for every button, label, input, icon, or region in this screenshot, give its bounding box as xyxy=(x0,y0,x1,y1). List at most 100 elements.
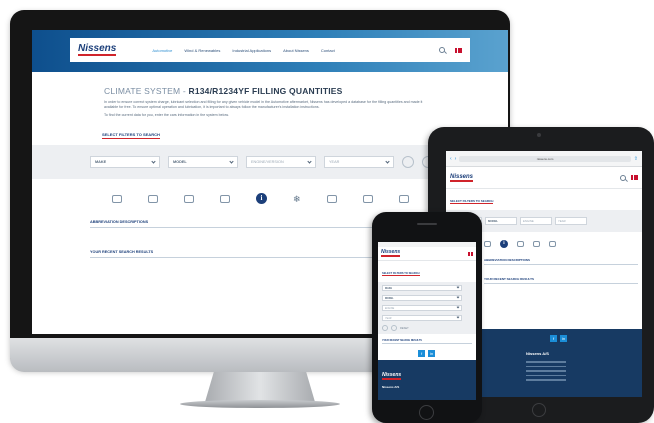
recent-results-heading[interactable]: YOUR RECENT SEARCH RESULTS xyxy=(382,339,472,344)
van-icon[interactable] xyxy=(148,194,158,203)
arrows-icon[interactable] xyxy=(362,194,373,203)
forward-arrow-icon[interactable]: › xyxy=(455,156,457,162)
filter-heading: SELECT FILTERS TO SEARCH xyxy=(450,199,494,204)
compressor-icon[interactable] xyxy=(184,194,194,203)
chevron-down-icon xyxy=(456,305,460,309)
phone-screen: Nissens SELECT FILTERS TO SEARCH MAKE MO… xyxy=(378,242,476,400)
footer-address-lines xyxy=(526,361,566,384)
reset-button[interactable]: RESET xyxy=(400,327,409,330)
chevron-down-icon xyxy=(151,158,156,164)
recent-results-heading[interactable]: YOUR RECENT SEARCH RESULTS xyxy=(484,277,638,284)
make-select-label: MAKE xyxy=(385,286,393,290)
abbreviation-descriptions-heading[interactable]: ABBREVIATION DESCRIPTIONS xyxy=(484,258,638,265)
facebook-icon[interactable]: f xyxy=(418,350,425,357)
refrigerant-icon[interactable] xyxy=(398,194,409,203)
reset-icon[interactable] xyxy=(391,325,397,331)
year-select[interactable]: YEAR xyxy=(382,315,462,321)
filter-stack: MAKE MODEL ENGINE YEAR RESET xyxy=(378,282,476,334)
engine-select[interactable]: ENGINE xyxy=(382,305,462,311)
monitor-stand xyxy=(205,372,315,402)
linkedin-icon[interactable]: in xyxy=(560,335,567,342)
snowflake-icon[interactable]: ❄ xyxy=(293,194,301,203)
browser-toolbar: ‹ › nissens.com ⇧ xyxy=(446,151,642,167)
engine-select[interactable]: ENGINE xyxy=(520,217,552,225)
main-nav: Automotive Wind & Renewables Industrial … xyxy=(152,48,334,53)
footer-company-name: Nissens A/S xyxy=(526,351,549,356)
page-title-prefix: CLIMATE SYSTEM - xyxy=(104,86,189,96)
cabin-filter-icon[interactable] xyxy=(220,194,230,203)
chevron-down-icon xyxy=(456,285,460,289)
facebook-icon[interactable]: f xyxy=(550,335,557,342)
site-header-band: Nissens Automotive Wind & Renewables Ind… xyxy=(32,30,508,72)
snowflake-icon[interactable] xyxy=(517,241,524,247)
search-button[interactable] xyxy=(402,156,414,168)
compressor-icon[interactable] xyxy=(484,241,491,247)
engine-select-label: ENGINE/VERSION xyxy=(251,160,284,164)
oil-can-icon[interactable] xyxy=(533,241,540,247)
linkedin-icon[interactable]: in xyxy=(428,350,435,357)
nav-tools xyxy=(439,47,462,53)
year-select-label: YEAR xyxy=(385,316,392,320)
year-select[interactable]: YEAR xyxy=(555,217,587,225)
chevron-down-icon xyxy=(456,295,460,299)
nissens-logo[interactable]: Nissens xyxy=(78,44,117,56)
search-button[interactable] xyxy=(382,325,388,331)
phone-site-navbar: Nissens xyxy=(378,247,476,261)
nav-item-automotive[interactable]: Automotive xyxy=(152,48,172,53)
model-select-label: MODEL xyxy=(385,296,394,300)
car-icon[interactable] xyxy=(112,194,122,203)
search-icon[interactable] xyxy=(620,174,626,181)
make-select[interactable]: MAKE xyxy=(382,285,462,291)
language-flag-icon[interactable] xyxy=(455,47,462,53)
camera-icon xyxy=(537,133,541,137)
year-select-label: YEAR xyxy=(558,219,566,223)
make-select-label: MAKE xyxy=(95,160,107,164)
nav-item-wind-renewables[interactable]: Wind & Renewables xyxy=(184,48,220,53)
monitor-foot xyxy=(180,400,340,408)
intro-paragraph: In order to ensure correct system charge… xyxy=(104,100,423,109)
url-bar[interactable]: nissens.com xyxy=(459,155,631,162)
info-icon[interactable]: i xyxy=(256,193,267,204)
home-button-icon xyxy=(419,405,434,420)
chevron-down-icon xyxy=(456,315,460,319)
language-flag-icon[interactable] xyxy=(468,251,473,257)
page-title-bold: R134/R1234YF FILLING QUANTITIES xyxy=(188,86,343,96)
nissens-logo[interactable]: Nissens xyxy=(381,250,401,257)
back-arrow-icon[interactable]: ‹ xyxy=(450,156,452,162)
reset-row: RESET xyxy=(382,325,472,331)
search-icon[interactable] xyxy=(439,47,445,53)
nav-item-about[interactable]: About Nissens xyxy=(283,48,309,53)
speaker-icon xyxy=(417,223,437,225)
model-select[interactable]: MODEL xyxy=(382,295,462,301)
info-icon[interactable]: i xyxy=(500,240,508,248)
nissens-logo[interactable]: Nissens xyxy=(450,174,474,182)
oil-can-icon[interactable] xyxy=(326,194,337,203)
model-select-label: MODEL xyxy=(488,219,499,223)
engine-select[interactable]: ENGINE/VERSION xyxy=(246,156,316,168)
model-select[interactable]: MODEL xyxy=(168,156,238,168)
footer-company-name: Nissens A/S xyxy=(382,385,400,389)
chevron-down-icon xyxy=(229,158,234,164)
devices-mockup: Nissens Automotive Wind & Renewables Ind… xyxy=(0,0,654,423)
nav-item-industrial-applications[interactable]: Industrial Applications xyxy=(232,48,271,53)
chevron-down-icon xyxy=(307,158,312,164)
engine-select-label: ENGINE xyxy=(523,219,534,223)
filter-heading: SELECT FILTERS TO SEARCH xyxy=(382,272,420,276)
year-select[interactable]: YEAR xyxy=(324,156,394,168)
gauge-icon[interactable] xyxy=(549,241,556,247)
model-select-label: MODEL xyxy=(173,160,187,164)
site-footer: f in Nissens Nissens A/S xyxy=(378,350,476,400)
category-icon-row: i xyxy=(468,240,642,248)
make-select[interactable]: MAKE xyxy=(90,156,160,168)
nav-item-contact[interactable]: Contact xyxy=(321,48,335,53)
filter-heading: SELECT FILTERS TO SEARCH xyxy=(102,132,160,139)
year-select-label: YEAR xyxy=(329,160,340,164)
model-select[interactable]: MODEL xyxy=(485,217,517,225)
chevron-down-icon xyxy=(385,158,390,164)
site-navbar: Nissens Automotive Wind & Renewables Ind… xyxy=(70,38,470,62)
share-icon[interactable]: ⇧ xyxy=(634,156,638,162)
engine-select-label: ENGINE xyxy=(385,306,395,310)
home-button-icon xyxy=(532,403,546,417)
language-flag-icon[interactable] xyxy=(631,175,638,180)
page-title: CLIMATE SYSTEM - R134/R1234YF FILLING QU… xyxy=(104,86,508,96)
